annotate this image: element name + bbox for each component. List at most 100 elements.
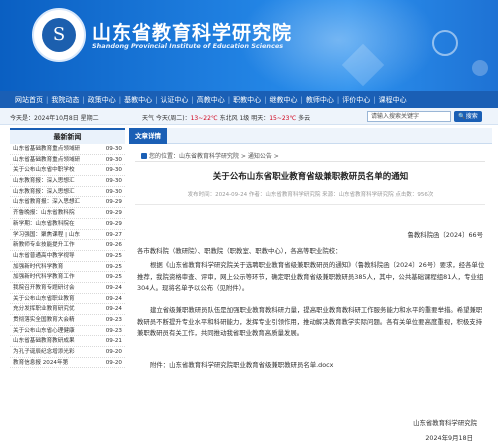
news-item-title[interactable]: 加强新时代科学教育 [13, 262, 93, 272]
news-item-date: 09-30 [105, 146, 122, 152]
main-nav: 网站首页 | 我院动态 | 政策中心 | 基教中心 | 认证中心 | 高教中心 | 职教中心 | 继教中心 |… [0, 91, 498, 108]
header-banner: S 山东省教育科学研究院 Shandong Provincial Institu… [0, 0, 498, 91]
nav-item[interactable]: 政策中心 [85, 95, 119, 105]
nav-item[interactable]: 基教中心 [121, 95, 155, 105]
news-item[interactable]: 为孔子诞辰纪念增添光彩 09-20 [10, 347, 125, 358]
news-item-title[interactable]: 教育信息报 2024年第 [13, 358, 93, 368]
news-item[interactable]: 充分发挥职业教育研究优 09-24 [10, 304, 125, 315]
news-item-title[interactable]: 加强新时代科学教育工作 [13, 272, 93, 282]
news-item-title[interactable]: 贯彻落实全国教育大会精 [13, 315, 93, 325]
news-item-title[interactable]: 山东省基础教育重点领域研 [13, 144, 93, 154]
news-item[interactable]: 山东省普通高中教学视导 09-25 [10, 251, 125, 262]
news-item-date: 09-30 [105, 156, 122, 163]
news-item-title[interactable]: 山东省基础教育教研成果 [13, 336, 93, 346]
tomorrow-weather: 多云 [298, 115, 311, 122]
news-item-date: 09-29 [105, 210, 122, 217]
news-item-date: 09-24 [105, 306, 122, 313]
news-item-title[interactable]: 齐鲁晚报：山东省教科院 [13, 208, 93, 218]
news-item-date: 09-30 [105, 167, 122, 174]
news-item-title[interactable]: 我院召开教育专题研讨会 [13, 283, 93, 293]
nav-item[interactable]: 高教中心 [194, 95, 228, 105]
attachment-link[interactable]: 附件：山东省教育科学研究院职业教育省级兼职教研员名单.docx [137, 360, 487, 372]
search-icon: 🔍 [458, 113, 466, 120]
sidebar-title: 最新新闻 [10, 128, 125, 144]
news-item-title[interactable]: 山东省教育报：深入思想汇 [13, 197, 93, 207]
news-item-date: 09-20 [105, 349, 122, 356]
news-item-date: 09-21 [105, 338, 122, 345]
divider [135, 161, 485, 162]
news-item-title[interactable]: 新教师专业技能提升工作 [13, 240, 93, 250]
today-temp: 13~22℃ [190, 115, 218, 122]
news-item-title[interactable]: 关于公布山东省职业教育 [13, 294, 93, 304]
news-item-date: 09-30 [105, 188, 122, 195]
news-item[interactable]: 山东省基础教育重点领域研 09-30 [10, 155, 125, 166]
news-item[interactable]: 山东教育报：深入思想汇 09-30 [10, 187, 125, 198]
home-icon [141, 153, 147, 159]
news-item-title[interactable]: 山东教育报：深入思想汇 [13, 176, 93, 186]
weather-info: 天气 今天(周二)：13~22℃ 东北风 1级 明天：15~23℃ 多云 [142, 113, 310, 122]
decor-ring [432, 30, 458, 56]
logo-glyph: S [52, 24, 66, 45]
meta-divider [135, 204, 485, 205]
site-subtitle: Shandong Provincial Institute of Educati… [92, 42, 284, 50]
news-item[interactable]: 山东省基础教育教研成果 09-21 [10, 336, 125, 348]
news-item-title[interactable]: 山东省普通高中教学视导 [13, 251, 93, 261]
news-item-title[interactable]: 关于公布山东省心理健康 [13, 326, 93, 336]
site-title: 山东省教育科学研究院 [92, 22, 293, 44]
news-item[interactable]: 贯彻落实全国教育大会精 09-23 [10, 315, 125, 326]
news-item-date: 09-25 [105, 263, 122, 270]
news-item-date: 09-27 [105, 231, 122, 238]
news-item[interactable]: 新教师专业技能提升工作 09-26 [10, 240, 125, 251]
news-item-title[interactable]: 新学期：山东省教科院在 [13, 219, 93, 229]
news-item-title[interactable]: 学习强国：聚焦课程 | 山东 [13, 230, 93, 240]
news-item[interactable]: 关于公布山东省心理健康 09-23 [10, 326, 125, 337]
news-item[interactable]: 教育信息报 2024年第 09-20 [10, 358, 125, 369]
news-item[interactable]: 我院召开教育专题研讨会 09-24 [10, 283, 125, 294]
news-item-title[interactable]: 山东教育报：深入思想汇 [13, 187, 93, 197]
news-item[interactable]: 加强新时代科学教育 09-25 [10, 262, 125, 273]
search-input[interactable]: 请输入搜索关键字 [367, 111, 451, 122]
tab-bar: 文章详情 [129, 128, 492, 144]
news-item-title[interactable]: 关于公布山东省中职学校 [13, 165, 93, 175]
news-item-date: 09-24 [105, 284, 122, 291]
search-button-label: 搜索 [465, 113, 478, 120]
news-item-title[interactable]: 山东省基础教育重点领域研 [13, 155, 93, 165]
info-bar: 今天是：2024年10月8日 星期二 天气 今天(周二)：13~22℃ 东北风 … [0, 108, 498, 125]
tab-article-detail[interactable]: 文章详情 [129, 128, 167, 144]
search-button[interactable]: 🔍搜索 [454, 111, 482, 122]
news-item-date: 09-30 [105, 178, 122, 185]
news-item-title[interactable]: 充分发挥职业教育研究优 [13, 304, 93, 314]
news-item[interactable]: 新学期：山东省教科院在 09-29 [10, 219, 125, 230]
article-panel: 文章详情 您的位置：山东省教育科学研究院 > 通知公告 > 关于公布山东省职业教… [129, 128, 492, 446]
news-item[interactable]: 山东教育报：深入思想汇 09-30 [10, 176, 125, 187]
news-item[interactable]: 山东省基础教育重点领域研 09-30 [10, 144, 125, 155]
tomorrow-temp: 15~23℃ [269, 115, 297, 122]
nav-item[interactable]: 职教中心 [230, 95, 264, 105]
nav-item[interactable]: 课程中心 [376, 95, 410, 105]
weather-prefix: 天气 今天(周二)： [142, 115, 191, 122]
decor-dot [472, 60, 488, 76]
nav-item[interactable]: 网站首页 [12, 95, 46, 105]
news-item[interactable]: 学习强国：聚焦课程 | 山东 09-27 [10, 230, 125, 241]
news-item-title[interactable]: 为孔子诞辰纪念增添光彩 [13, 347, 93, 357]
news-item-date: 09-25 [105, 252, 122, 259]
news-item[interactable]: 山东省教育报：深入思想汇 09-29 [10, 197, 125, 209]
nav-item[interactable]: 认证中心 [157, 95, 191, 105]
news-item[interactable]: 关于公布山东省中职学校 09-30 [10, 165, 125, 177]
nav-item[interactable]: 评价中心 [339, 95, 373, 105]
article-paragraph-2: 建立省级兼职教研员队伍是加强职业教育教科研力量，提高职业教育教科研工作服务能力和… [137, 306, 483, 337]
breadcrumb[interactable]: 您的位置：山东省教育科学研究院 > 通知公告 > [141, 151, 279, 160]
latest-news-sidebar: 最新新闻 山东省基础教育重点领域研 09-30 山东省基础教育重点领域研 09-30 关… [10, 128, 125, 446]
institute-seal-icon[interactable]: S [32, 8, 86, 62]
news-item-date: 09-29 [105, 220, 122, 227]
news-item[interactable]: 齐鲁晚报：山东省教科院 09-29 [10, 208, 125, 219]
article-paragraph-1: 根据《山东省教育科学研究院关于选聘职业教育省级兼职教研员的通知》（鲁教科院函〔2… [137, 261, 485, 292]
news-item[interactable]: 关于公布山东省职业教育 09-24 [10, 294, 125, 305]
nav-item[interactable]: 我院动态 [48, 95, 82, 105]
breadcrumb-text[interactable]: 您的位置：山东省教育科学研究院 > 通知公告 > [149, 153, 279, 160]
signature-date: 2024年9月18日 [425, 434, 473, 442]
news-item-date: 09-20 [105, 359, 122, 366]
news-item[interactable]: 加强新时代科学教育工作 09-25 [10, 272, 125, 283]
nav-item[interactable]: 教师中心 [303, 95, 337, 105]
nav-item[interactable]: 继教中心 [267, 95, 301, 105]
